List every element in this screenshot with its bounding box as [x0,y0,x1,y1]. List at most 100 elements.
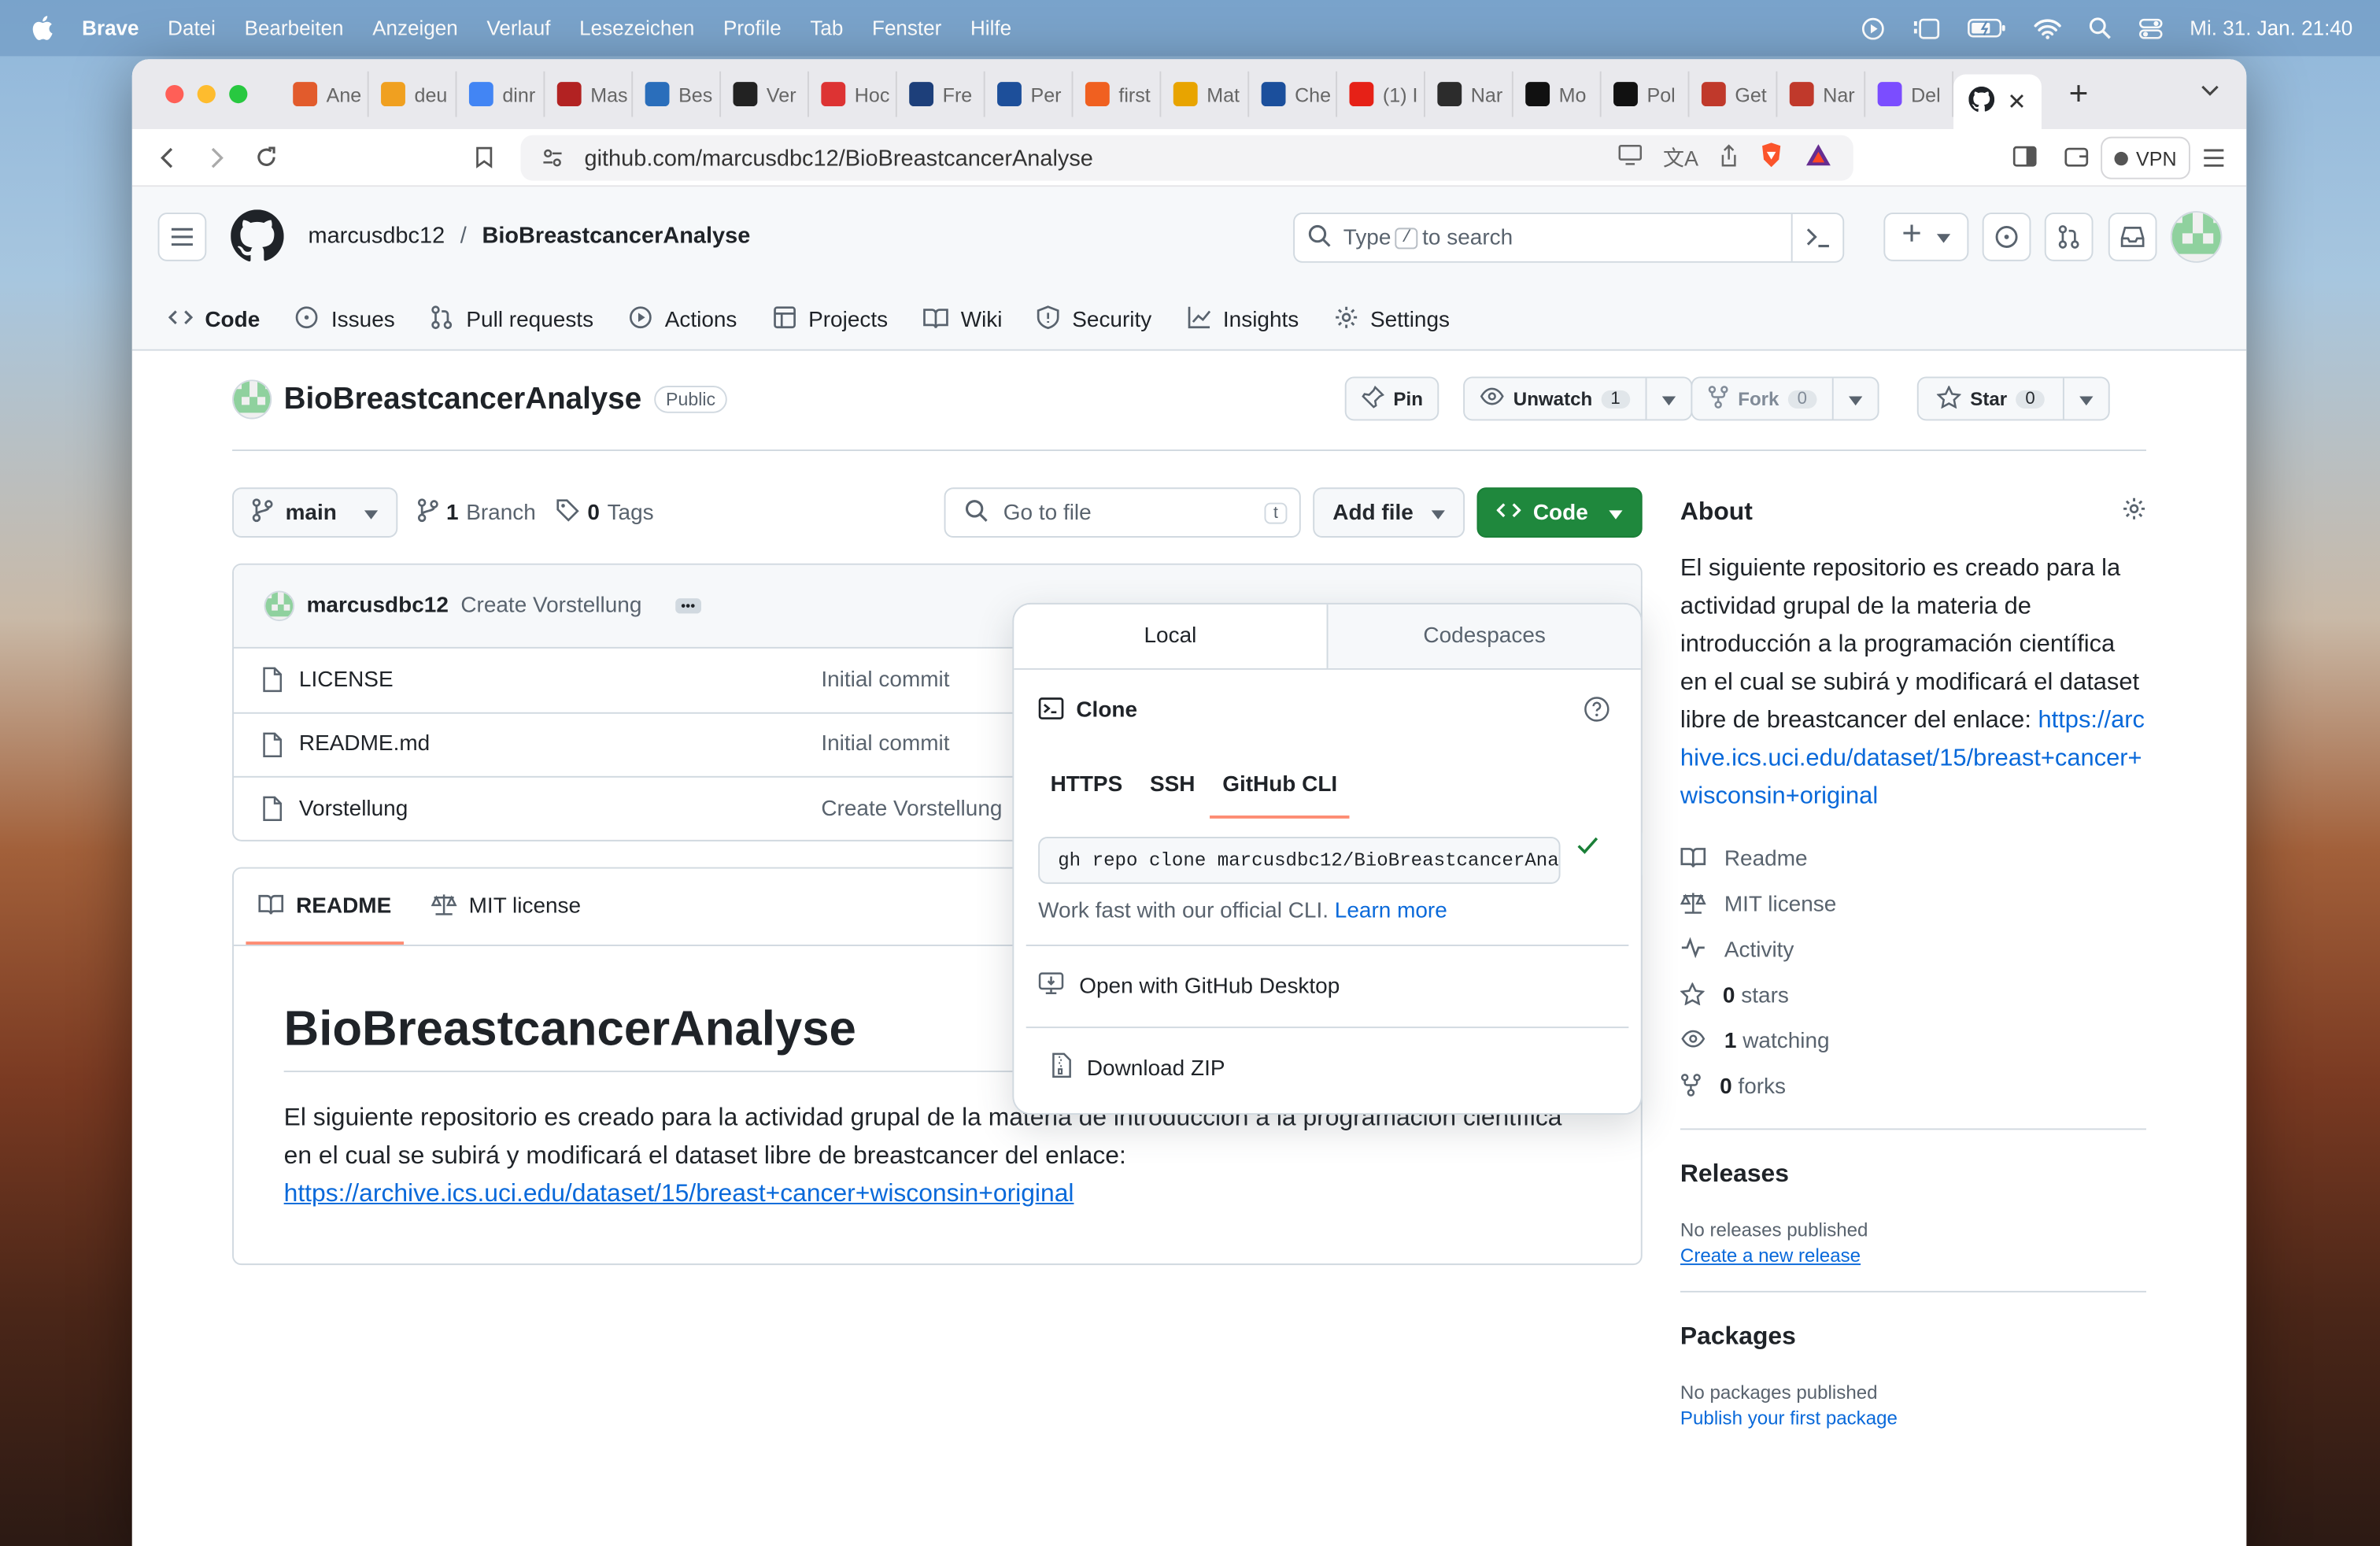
protocol-ssh[interactable]: SSH [1138,752,1207,819]
about-activity[interactable]: Activity [1680,928,2146,974]
tab-actions[interactable]: Actions [613,293,752,347]
brave-shields-icon[interactable] [1759,141,1783,174]
commit-details-ellipsis-icon[interactable]: ••• [674,598,701,614]
breadcrumb-owner[interactable]: marcusdbc12 [308,224,445,250]
browser-tab[interactable]: Ane [281,71,369,117]
menu-lesezeichen[interactable]: Lesezeichen [579,17,694,39]
menu-app-name[interactable]: Brave [82,17,139,39]
commit-message[interactable]: Create Vorstellung [460,594,641,618]
github-logo-icon[interactable] [231,209,284,270]
tab-pull-requests[interactable]: Pull requests [415,293,609,347]
clone-command-input[interactable]: gh repo clone marcusdbc12/BioBreastcance… [1038,837,1561,884]
stage-manager-icon[interactable] [1912,17,1939,39]
browser-tab[interactable]: dinr [456,71,545,117]
minimize-window-button[interactable] [197,85,216,104]
star-button[interactable]: Star 0 [1919,378,2063,419]
translate-icon[interactable]: 文A [1663,142,1698,173]
share-icon[interactable] [1720,143,1738,172]
file-name[interactable]: LICENSE [299,668,394,692]
create-new-button[interactable] [1883,213,1969,261]
commit-author-avatar[interactable] [264,590,295,622]
branch-selector[interactable]: main [232,487,398,538]
tab-settings[interactable]: Settings [1318,293,1465,347]
menu-verlauf[interactable]: Verlauf [486,17,550,39]
protocol-github-cli[interactable]: GitHub CLI [1210,752,1350,819]
new-tab-plus-icon[interactable]: + [2069,75,2089,114]
menu-fenster[interactable]: Fenster [872,17,941,39]
tab-insights[interactable]: Insights [1171,293,1314,347]
file-name[interactable]: README.md [299,732,430,756]
tab-issues[interactable]: Issues [279,293,410,347]
pin-button[interactable]: Pin [1344,376,1440,421]
menu-hilfe[interactable]: Hilfe [970,17,1011,39]
brave-rewards-icon[interactable] [1805,142,1832,173]
protocol-https[interactable]: HTTPS [1038,752,1135,819]
wifi-icon[interactable] [2033,17,2061,39]
unwatch-button[interactable]: Unwatch 1 [1465,378,1645,419]
add-file-button[interactable]: Add file [1313,487,1465,538]
menu-tab[interactable]: Tab [810,17,843,39]
command-palette-icon[interactable] [1791,214,1843,261]
code-button[interactable]: Code [1476,487,1643,538]
browser-tab[interactable]: deu [369,71,457,117]
star-lists-dropdown[interactable] [2064,378,2108,419]
menu-bearbeiten[interactable]: Bearbeiten [245,17,344,39]
spotlight-search-icon[interactable] [2088,17,2111,39]
menu-anzeigen[interactable]: Anzeigen [372,17,458,39]
file-commit-message[interactable]: Initial commit [821,668,949,692]
issues-shortcut-button[interactable] [1982,213,2031,261]
global-nav-menu-button[interactable] [157,213,207,261]
pull-requests-shortcut-button[interactable] [2044,213,2094,261]
browser-tab[interactable]: Mas [545,71,634,117]
tab-security[interactable]: Security [1022,293,1167,347]
tags-link[interactable]: 0 Tags [556,487,654,538]
inbox-notifications-button[interactable] [2108,213,2157,261]
help-question-icon[interactable] [1583,696,1610,729]
edit-about-gear-icon[interactable] [2122,497,2146,529]
create-release-link[interactable]: Create a new release [1680,1245,1861,1267]
user-avatar[interactable] [2170,211,2223,263]
copied-check-icon[interactable] [1576,835,1600,863]
browser-tab[interactable]: Mat [1161,71,1250,117]
tab-code[interactable]: Code [153,293,275,364]
breadcrumb-repo[interactable]: BioBreastcancerAnalyse [482,224,750,250]
open-github-desktop-option[interactable]: Open with GitHub Desktop [1026,945,1629,1026]
about-forks[interactable]: 0 forks [1680,1064,2146,1110]
sidebar-toggle-icon[interactable] [2012,146,2037,175]
commit-author[interactable]: marcusdbc12 [307,594,449,618]
site-settings-icon[interactable] [541,147,563,175]
repo-name[interactable]: BioBreastcancerAnalyse [284,382,642,416]
browser-tab[interactable]: Per [985,71,1074,117]
cast-icon[interactable] [1617,144,1642,172]
close-tab-icon[interactable]: ✕ [2007,88,2026,116]
about-license[interactable]: MIT license [1680,882,2146,928]
file-commit-message[interactable]: Create Vorstellung [821,797,1002,822]
publish-package-link[interactable]: Publish your first package [1680,1407,1898,1429]
branches-link[interactable]: 1 Branch [417,487,536,538]
browser-tab[interactable]: first [1073,71,1162,117]
fork-button[interactable]: Fork 0 [1692,378,1831,419]
vpn-button[interactable]: VPN [2101,136,2190,179]
repo-owner-avatar[interactable] [232,379,272,420]
readme-dataset-link[interactable]: https://archive.ics.uci.edu/dataset/15/b… [284,1180,1074,1208]
file-name[interactable]: Vorstellung [299,797,408,822]
zoom-window-button[interactable] [229,85,248,104]
menu-profile[interactable]: Profile [723,17,782,39]
browser-tab-active[interactable]: ✕ [1953,74,2042,129]
tab-wiki[interactable]: Wiki [907,293,1018,347]
browser-menu-icon[interactable] [2202,147,2225,175]
tab-readme[interactable]: README [246,869,404,945]
browser-tab[interactable]: Mo [1513,71,1602,117]
browser-tab[interactable]: Del [1865,71,1954,117]
browser-tab[interactable]: Get [1689,71,1778,117]
close-window-button[interactable] [165,85,184,104]
bookmark-icon[interactable] [475,146,493,176]
about-stars[interactable]: 0 stars [1680,974,2146,1019]
browser-tab[interactable]: Ver [721,71,809,117]
about-watching[interactable]: 1 watching [1680,1019,2146,1065]
browser-tab[interactable]: Hoc [809,71,897,117]
menu-datei[interactable]: Datei [168,17,216,39]
tab-list-chevron-icon[interactable] [2201,77,2219,105]
browser-tab[interactable]: Nar [1777,71,1866,117]
tab-local[interactable]: Local [1014,604,1327,668]
